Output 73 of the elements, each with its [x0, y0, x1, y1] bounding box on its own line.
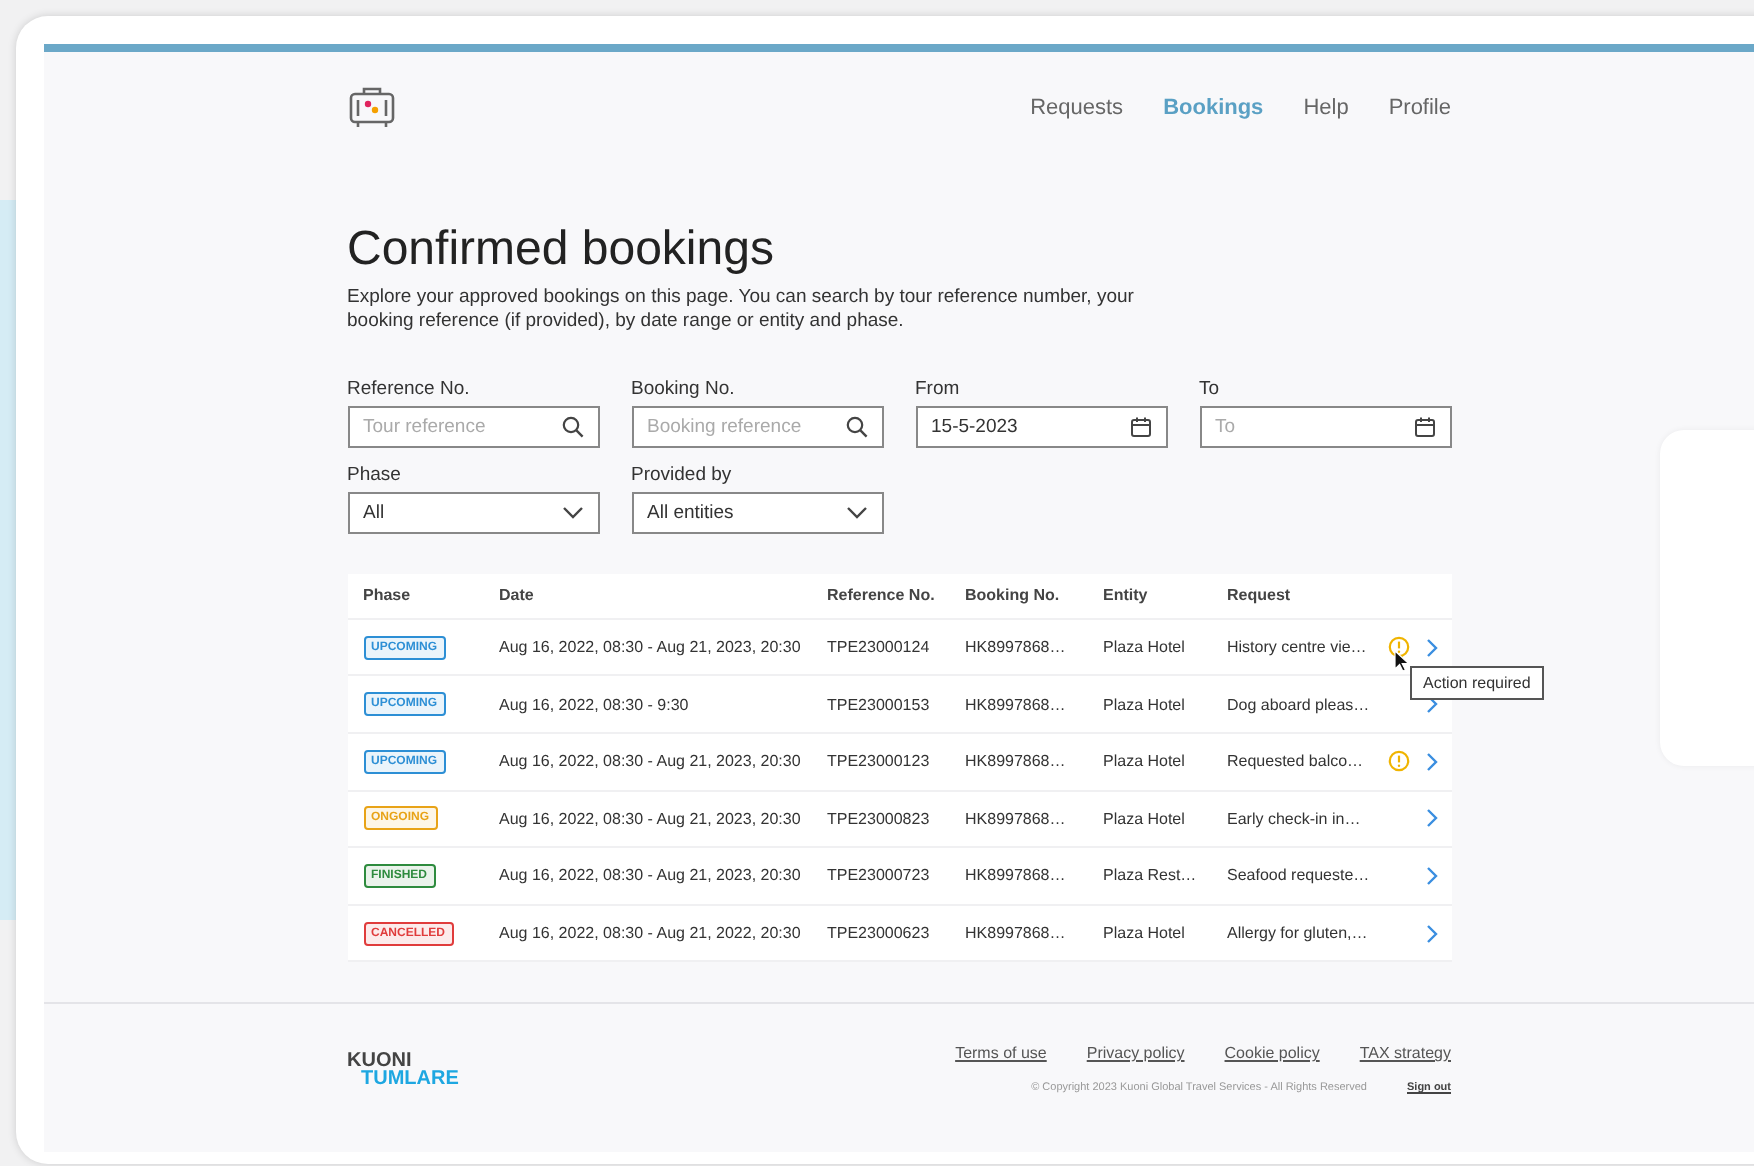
column-header: Request	[1227, 586, 1293, 605]
search-icon	[845, 415, 867, 438]
chevron-right-icon[interactable]	[1425, 637, 1437, 658]
warning-icon	[1387, 636, 1409, 659]
nav-link[interactable]: Requests	[1030, 96, 1124, 120]
footer-link[interactable]: Terms of use	[955, 1044, 1047, 1062]
calendar-icon	[1413, 415, 1435, 438]
column-header: Phase	[363, 586, 413, 605]
table-cell-text: Plaza Rest…	[1103, 866, 1199, 885]
table-cell-text: TPE23000723	[827, 866, 932, 885]
table-cell-text: TPE23000623	[827, 924, 932, 943]
field-label: Phase	[347, 463, 403, 486]
page-description: Explore your approved bookings on this page. You can search by tour reference number, your booking reference (if provided), by date range or entity and phase.	[347, 286, 1136, 334]
table-cell-text: Plaza Hotel	[1103, 695, 1187, 714]
table-cell-text: Aug 16, 2022, 08:30 - Aug 21, 2023, 20:30	[499, 638, 803, 657]
table-cell-text: HK8997868…	[965, 809, 1068, 828]
logo-text: TUMLARE	[359, 1069, 459, 1087]
chevron-down-icon	[845, 505, 867, 520]
table-cell-text: Aug 16, 2022, 08:30 - Aug 21, 2023, 20:30	[499, 809, 803, 828]
field-label: Provided by	[631, 463, 734, 486]
table-cell-text: Aug 16, 2022, 08:30 - Aug 21, 2023, 20:30	[499, 866, 803, 885]
field-label: To	[1199, 377, 1222, 400]
table-cell-text: Allergy for gluten,…	[1227, 924, 1370, 943]
table-cell-text: Aug 16, 2022, 08:30 - 9:30	[499, 695, 691, 714]
chevron-down-icon	[561, 505, 583, 520]
table-cell-text: HK8997868…	[965, 752, 1068, 771]
date-field[interactable]: 15-5-2023	[915, 405, 1167, 448]
nav-link[interactable]: Help	[1303, 96, 1349, 120]
table-cell-text: HK8997868…	[965, 638, 1068, 657]
field-label: Booking No.	[631, 377, 737, 400]
chevron-right-icon[interactable]	[1425, 751, 1437, 772]
table-cell-text: Dog aboard pleas…	[1227, 695, 1372, 714]
table-cell-text: Plaza Hotel	[1103, 809, 1187, 828]
chevron-right-icon[interactable]	[1425, 923, 1437, 944]
table-cell-text: Aug 16, 2022, 08:30 - Aug 21, 2022, 20:30	[499, 924, 803, 943]
table-cell-text: Plaza Hotel	[1103, 924, 1187, 943]
chevron-right-icon[interactable]	[1425, 808, 1437, 829]
column-header: Entity	[1103, 586, 1150, 605]
table-cell-text: Seafood requeste…	[1227, 866, 1372, 885]
footer-link[interactable]: TAX strategy	[1359, 1044, 1451, 1062]
table-cell-text: History centre vie…	[1227, 638, 1369, 657]
column-header: Reference No.	[827, 586, 937, 605]
nav-link[interactable]: Profile	[1388, 96, 1451, 120]
field-label: From	[915, 377, 962, 400]
table-cell-text: HK8997868…	[965, 924, 1068, 943]
table-cell-text: HK8997868…	[965, 695, 1068, 714]
cursor-icon	[1393, 649, 1409, 672]
table-cell-text: Plaza Hotel	[1103, 638, 1187, 657]
warning-icon	[1387, 750, 1409, 773]
table-cell-text: HK8997868…	[965, 866, 1068, 885]
table-cell-text: TPE23000124	[827, 638, 932, 657]
chevron-right-icon[interactable]	[1425, 694, 1437, 715]
suitcase-icon	[347, 86, 395, 130]
dropdown[interactable]: All	[347, 491, 599, 534]
table-cell-text: Requested balco…	[1227, 752, 1366, 771]
footer-link[interactable]: Cookie policy	[1224, 1044, 1320, 1062]
table-cell-text: TPE23000823	[827, 809, 932, 828]
page-title: Confirmed bookings	[347, 222, 776, 278]
search-icon	[561, 415, 583, 438]
field-label: Reference No.	[347, 377, 472, 400]
table-cell-text: Early check-in in…	[1227, 809, 1363, 828]
column-header: Date	[499, 586, 536, 605]
column-header: Booking No.	[965, 586, 1062, 605]
tooltip: Action required	[1409, 665, 1545, 700]
dropdown[interactable]: All entities	[631, 491, 883, 534]
table-cell-text: Plaza Hotel	[1103, 752, 1187, 771]
logo-text: KUONI	[347, 1051, 412, 1069]
chevron-right-icon[interactable]	[1425, 865, 1437, 886]
calendar-icon	[1129, 415, 1151, 438]
table-cell-text: TPE23000123	[827, 752, 932, 771]
footer-link[interactable]: Privacy policy	[1086, 1044, 1185, 1062]
table-cell-text: Aug 16, 2022, 08:30 - Aug 21, 2023, 20:30	[499, 752, 803, 771]
table-cell-text: TPE23000153	[827, 695, 932, 714]
